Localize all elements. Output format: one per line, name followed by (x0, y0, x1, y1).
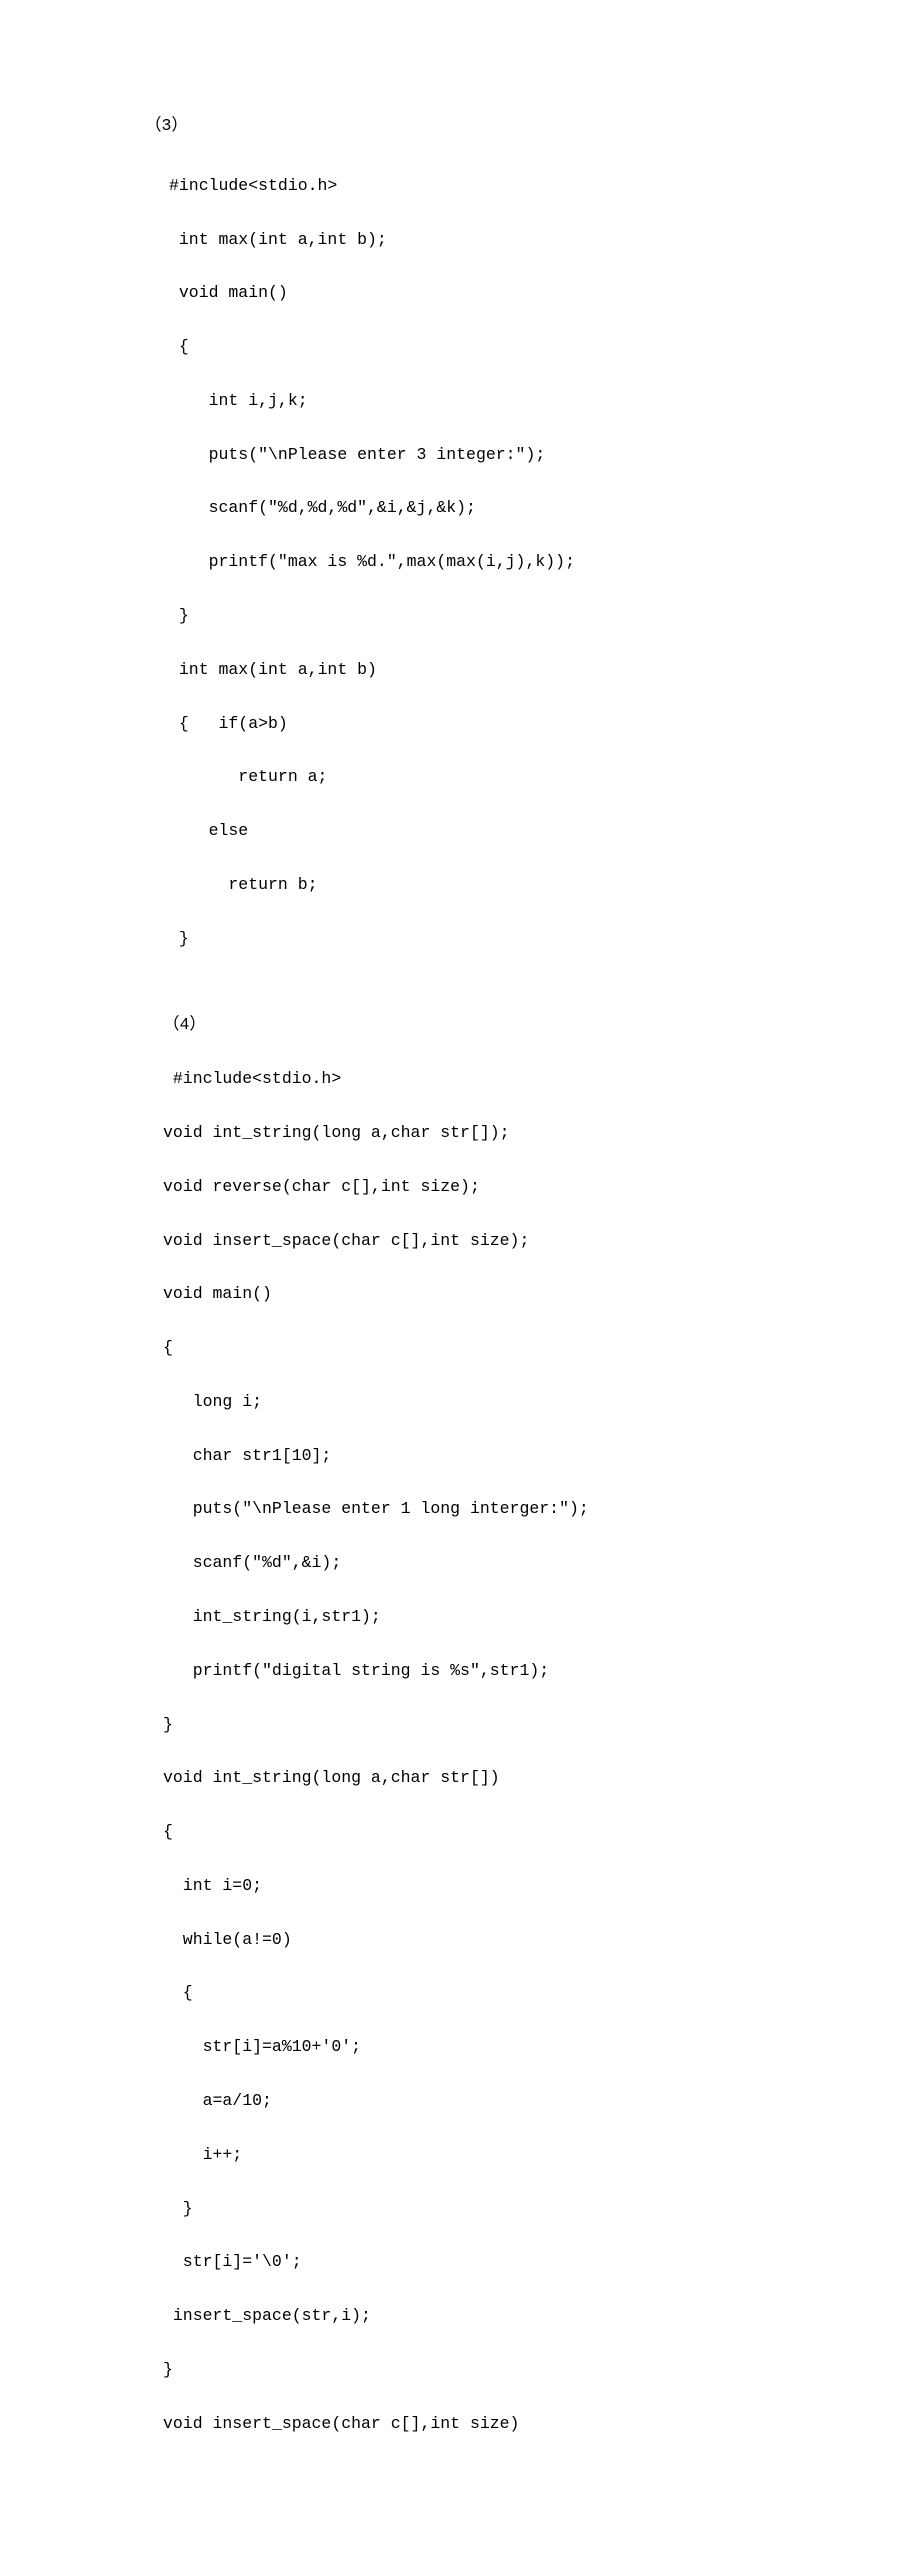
code-line: } (163, 2357, 920, 2384)
code-line: scanf("%d",&i); (163, 1550, 920, 1577)
code-line: void int_string(long a,char str[]) (163, 1765, 920, 1792)
code-line: int i=0; (163, 1873, 920, 1900)
code-line: str[i]='\0'; (163, 2249, 920, 2276)
code-line: int_string(i,str1); (163, 1604, 920, 1631)
code-line: } (169, 926, 920, 953)
code-line: str[i]=a%10+'0'; (163, 2034, 920, 2061)
code-line: } (169, 603, 920, 630)
document-page: （3） #include<stdio.h> int max(int a,int … (0, 0, 920, 2551)
code-line: } (163, 1712, 920, 1739)
code-line: while(a!=0) (163, 1927, 920, 1954)
code-line: #include<stdio.h> (169, 173, 920, 200)
code-line: printf("digital string is %s",str1); (163, 1658, 920, 1685)
code-line: { (163, 1335, 920, 1362)
code-line: int i,j,k; (169, 388, 920, 415)
code-line: long i; (163, 1389, 920, 1416)
section-3-label: （3） (145, 113, 920, 140)
code-line: char str1[10]; (163, 1443, 920, 1470)
code-line: puts("\nPlease enter 1 long interger:"); (163, 1496, 920, 1523)
code-line: } (163, 2196, 920, 2223)
code-line: void int_string(long a,char str[]); (163, 1120, 920, 1147)
code-line: a=a/10; (163, 2088, 920, 2115)
code-line: void main() (169, 280, 920, 307)
code-line: insert_space(str,i); (163, 2303, 920, 2330)
code-line: { (163, 1819, 920, 1846)
code-line: return b; (169, 872, 920, 899)
code-line: int max(int a,int b); (169, 227, 920, 254)
code-block-4: #include<stdio.h> void int_string(long a… (163, 1039, 920, 2491)
code-line: i++; (163, 2142, 920, 2169)
code-line: else (169, 818, 920, 845)
code-line: scanf("%d,%d,%d",&i,&j,&k); (169, 495, 920, 522)
code-line: void insert_space(char c[],int size) (163, 2411, 920, 2438)
code-line: puts("\nPlease enter 3 integer:"); (169, 442, 920, 469)
code-line: { (169, 334, 920, 361)
code-line: return a; (169, 764, 920, 791)
code-line: void reverse(char c[],int size); (163, 1174, 920, 1201)
code-line: { if(a>b) (169, 711, 920, 738)
section-4-label: （4） (163, 1012, 920, 1039)
code-line: { (163, 1980, 920, 2007)
code-line: void main() (163, 1281, 920, 1308)
code-line: printf("max is %d.",max(max(i,j),k)); (169, 549, 920, 576)
code-block-3: #include<stdio.h> int max(int a,int b); … (169, 146, 920, 1007)
code-line: void insert_space(char c[],int size); (163, 1228, 920, 1255)
code-line: #include<stdio.h> (163, 1066, 920, 1093)
code-line: int max(int a,int b) (169, 657, 920, 684)
